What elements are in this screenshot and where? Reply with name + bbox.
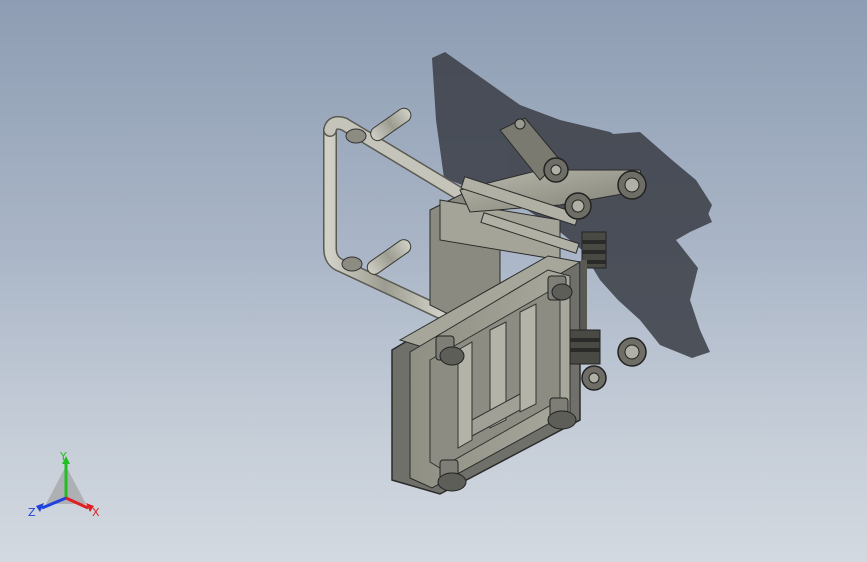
x-axis-label: X	[92, 506, 100, 519]
grip-pin-upper	[370, 107, 412, 142]
graphics-viewport[interactable]: Y X Z	[0, 0, 867, 562]
wheel-upper-left[interactable]	[543, 157, 569, 183]
coordinate-triad: Y X Z	[28, 450, 100, 519]
tube-clamp	[341, 256, 363, 272]
wheel-lower-left[interactable]	[581, 365, 607, 391]
z-axis-label: Z	[28, 506, 36, 519]
tube-clamp	[345, 128, 367, 144]
wheel-lower-right[interactable]	[617, 337, 647, 367]
wheel-upper-mid[interactable]	[564, 192, 592, 220]
gear-lower	[569, 329, 601, 365]
y-axis-label: Y	[59, 450, 67, 463]
3d-model-canvas[interactable]	[0, 0, 867, 562]
grip-pin-lower	[366, 239, 412, 275]
wheel-upper-right[interactable]	[617, 170, 647, 200]
